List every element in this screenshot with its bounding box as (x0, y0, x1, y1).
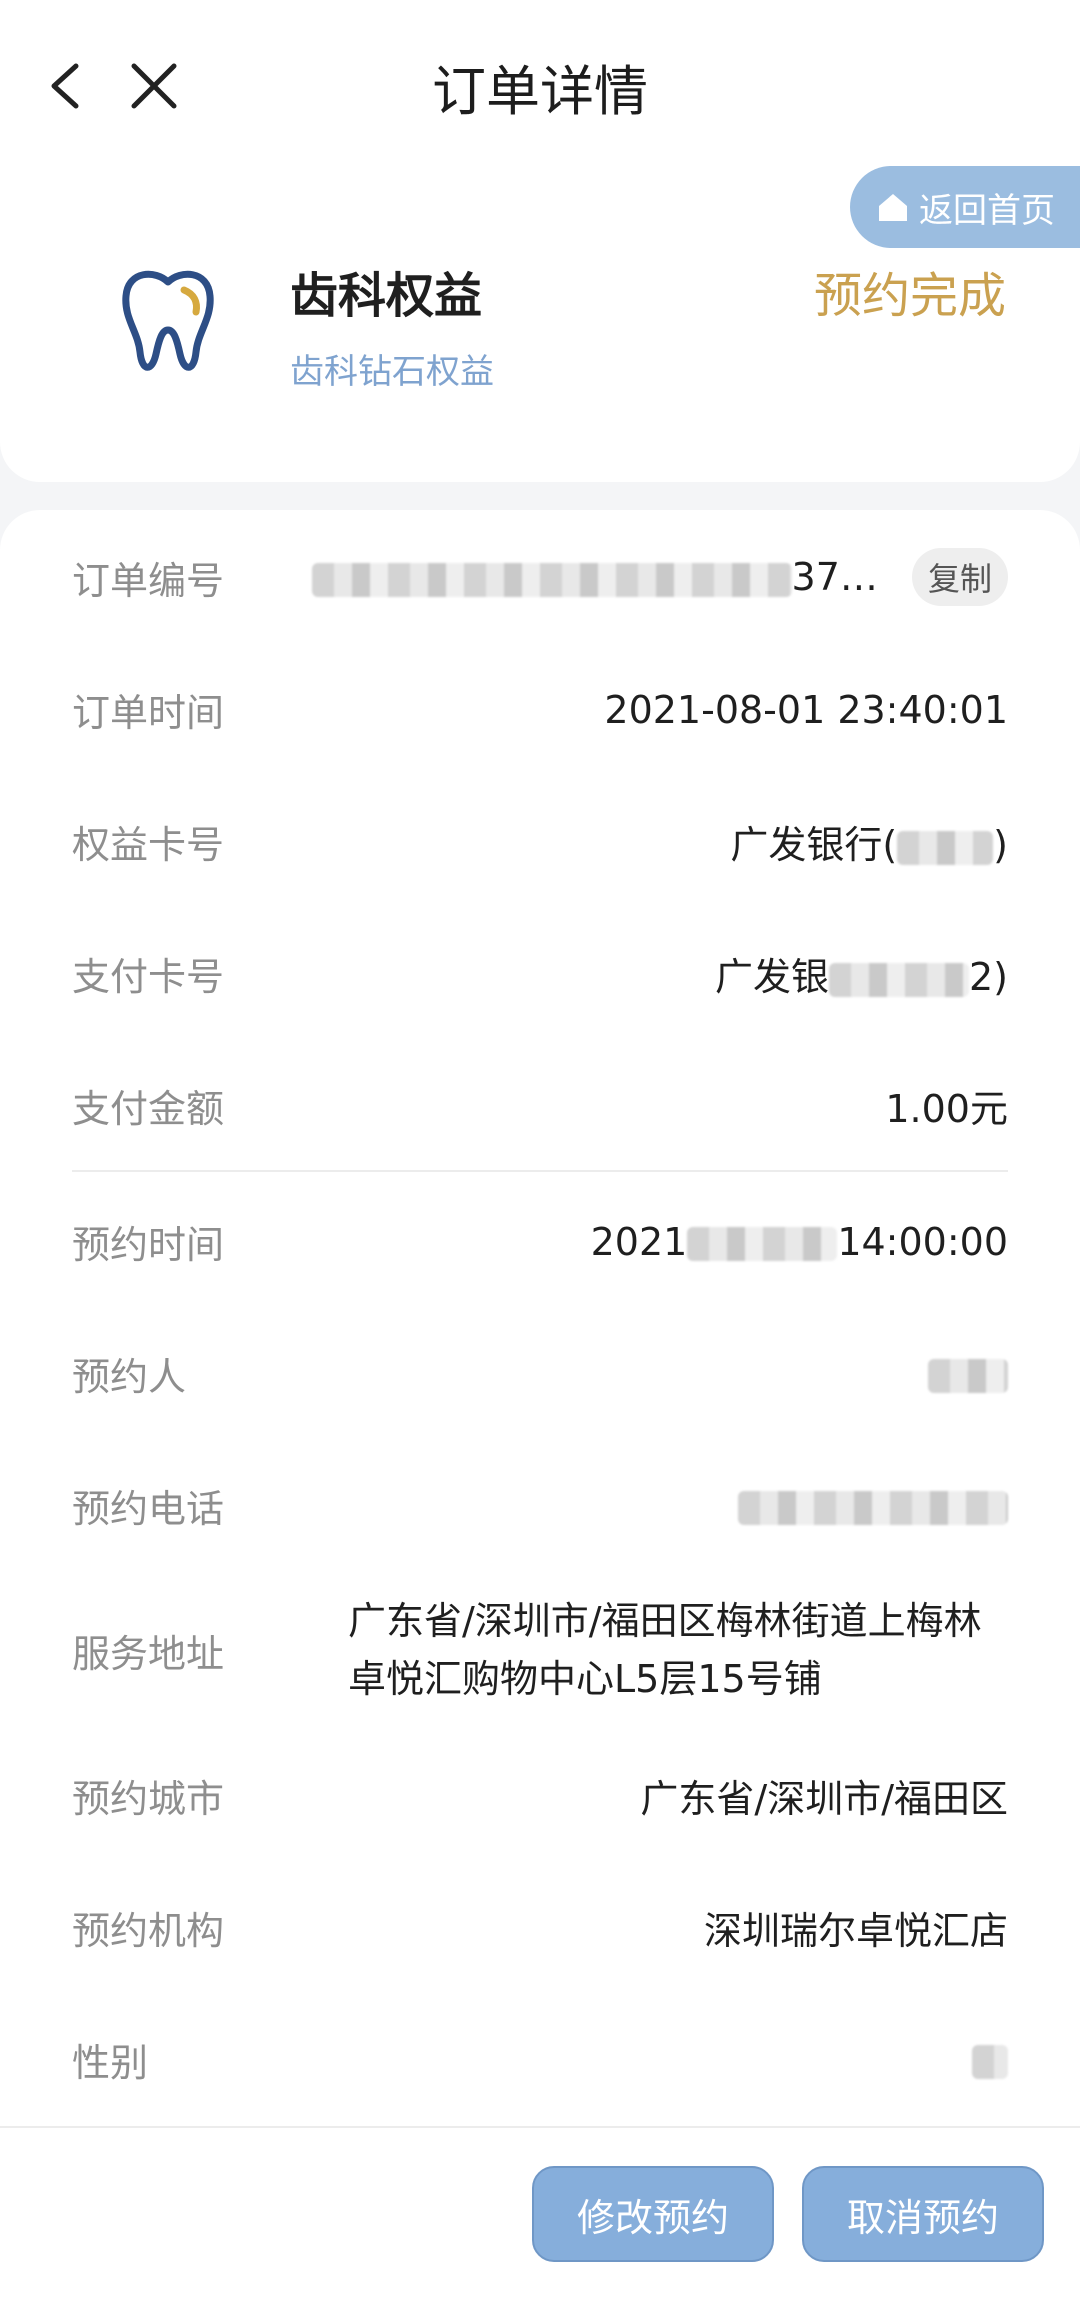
status-strip (0, 0, 1080, 14)
pay-card-label: 支付卡号 (72, 955, 225, 999)
order-number-row: 订单编号 37… 复制 (72, 548, 1008, 606)
benefit-card-redacted (897, 830, 994, 865)
appointment-time-label: 预约时间 (72, 1223, 225, 1267)
order-number-value: 37… 复制 (311, 548, 1008, 606)
benefit-card-value: 广发银行() (730, 814, 1008, 869)
appointment-time-value: 2021 14:00:00 (591, 1220, 1008, 1264)
appointment-phone-redacted (738, 1491, 1008, 1525)
copy-button[interactable]: 复制 (911, 548, 1008, 606)
order-time-label: 订单时间 (72, 691, 225, 735)
appointment-org-row: 预约机构 深圳瑞尔卓悦汇店 (72, 1900, 1008, 1955)
appointment-person-label: 预约人 (72, 1355, 187, 1399)
pay-amount-value: 1.00元 (885, 1087, 1008, 1131)
service-address-row: 服务地址 广东省/深圳市/福田区梅林街道上梅林卓悦汇购物中心L5层15号铺 (72, 1592, 1008, 1708)
appointment-org-value: 深圳瑞尔卓悦汇店 (703, 1909, 1008, 1953)
gender-row: 性别 (72, 2032, 1008, 2087)
home-icon (879, 194, 907, 221)
benefit-card-label: 权益卡号 (72, 823, 225, 867)
section-divider (72, 1170, 1008, 1172)
appointment-phone-row: 预约电话 (72, 1478, 1008, 1533)
pay-card-row: 支付卡号 广发银 2) (72, 946, 1008, 1001)
order-time-row: 订单时间 2021-08-01 23:40:01 (72, 682, 1008, 737)
order-time-value: 2021-08-01 23:40:01 (604, 687, 1008, 732)
appointment-date-redacted (687, 1227, 838, 1261)
service-address-value: 广东省/深圳市/福田区梅林街道上梅林卓悦汇购物中心L5层15号铺 (348, 1599, 982, 1701)
appointment-city-row: 预约城市 广东省/深圳市/福田区 (72, 1768, 1008, 1823)
pay-card-close: 2) (968, 955, 1008, 999)
order-number-label: 订单编号 (72, 558, 225, 603)
pay-amount-row: 支付金额 1.00元 (72, 1078, 1008, 1133)
appointment-org-label: 预约机构 (72, 1909, 225, 1953)
appointment-time-row: 预约时间 2021 14:00:00 (72, 1214, 1008, 1269)
benefit-card-bank: 广发银行( (730, 823, 898, 867)
benefit-card-row: 权益卡号 广发银行() (72, 814, 1008, 869)
appointment-year: 2021 (590, 1219, 688, 1264)
gender-label: 性别 (72, 2041, 149, 2085)
benefit-card-close: ) (993, 823, 1008, 867)
appointment-person-row: 预约人 (72, 1346, 1008, 1401)
return-home-button[interactable]: 返回首页 (850, 166, 1080, 248)
appointment-phone-label: 预约电话 (72, 1487, 225, 1531)
service-address-label: 服务地址 (72, 1631, 225, 1676)
cancel-appointment-button[interactable]: 取消预约 (802, 2166, 1044, 2262)
appointment-phone-value (738, 1484, 1008, 1528)
order-details-panel (0, 510, 1080, 2130)
pay-amount-label: 支付金额 (72, 1087, 225, 1131)
modify-appointment-button[interactable]: 修改预约 (532, 2166, 774, 2262)
order-number-redacted (311, 562, 792, 597)
status-badge: 预约完成 (813, 268, 1006, 324)
appointment-person-redacted (928, 1359, 1008, 1393)
pay-card-redacted (828, 962, 969, 997)
pay-card-value: 广发银 2) (715, 946, 1008, 1001)
appointment-person-value (928, 1352, 1008, 1396)
appointment-clock: 14:00:00 (837, 1219, 1008, 1264)
gender-redacted (972, 2045, 1008, 2079)
page-title: 订单详情 (432, 60, 648, 123)
return-home-label: 返回首页 (919, 190, 1055, 231)
product-name: 齿科权益 (290, 268, 483, 324)
product-subtitle: 齿科钻石权益 (290, 352, 494, 392)
tooth-icon (122, 270, 214, 371)
order-number-tail: 37… (791, 555, 878, 599)
appointment-city-label: 预约城市 (72, 1777, 225, 1821)
action-bar: 修改预约 取消预约 (0, 2126, 1080, 2306)
gender-value (972, 2038, 1008, 2082)
navigation-bar: 订单详情 (0, 14, 1080, 164)
appointment-city-value: 广东省/深圳市/福田区 (640, 1777, 1008, 1821)
pay-card-bank: 广发银 (714, 955, 829, 999)
